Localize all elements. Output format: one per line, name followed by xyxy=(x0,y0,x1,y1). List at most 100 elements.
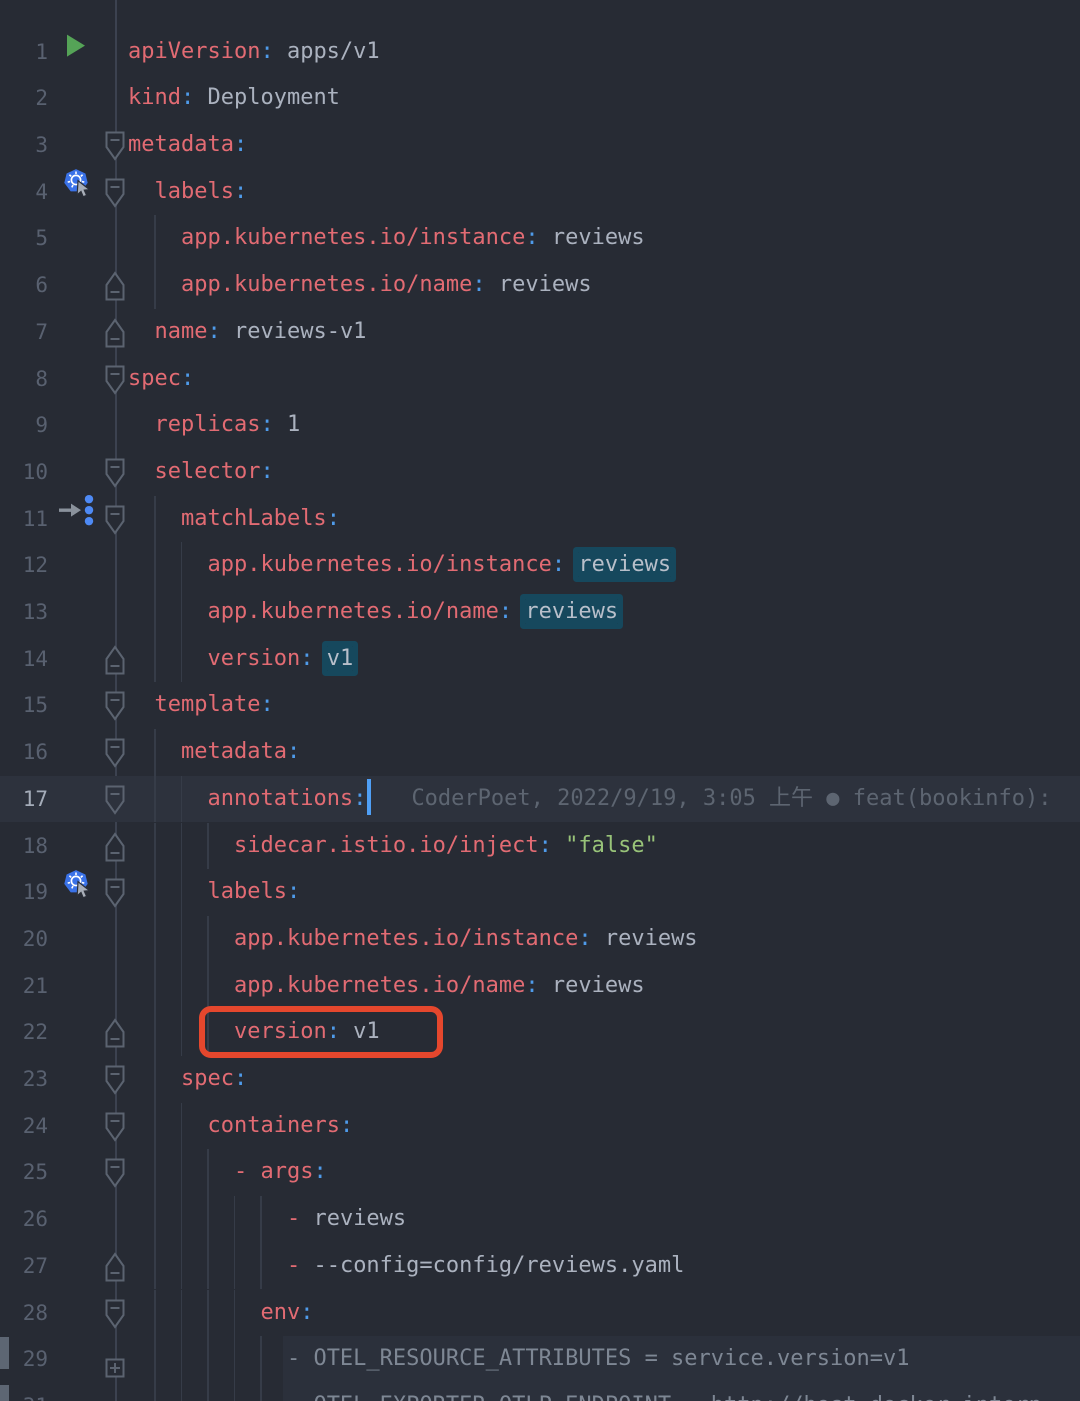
line-number[interactable]: 19 xyxy=(0,869,48,916)
token-val: --config=config/reviews.yaml xyxy=(313,1253,684,1278)
fold-start-icon[interactable] xyxy=(105,131,125,161)
code-line: 18 sidecar.istio.io/inject: "false" xyxy=(0,823,1080,870)
line-number[interactable]: 12 xyxy=(0,542,48,589)
fold-end-icon[interactable] xyxy=(105,1252,125,1282)
code-text[interactable]: - OTEL_RESOURCE_ATTRIBUTES = service.ver… xyxy=(128,1336,909,1383)
code-text[interactable]: replicas: 1 xyxy=(128,402,300,449)
line-number[interactable]: 18 xyxy=(0,823,48,870)
fold-start-icon[interactable] xyxy=(105,691,125,721)
line-number[interactable]: 24 xyxy=(0,1103,48,1150)
code-line: 15 template: xyxy=(0,682,1080,729)
line-number[interactable]: 26 xyxy=(0,1196,48,1243)
code-text[interactable]: labels: xyxy=(128,869,300,916)
token-sp xyxy=(128,926,234,951)
line-number[interactable]: 5 xyxy=(0,215,48,262)
code-text[interactable]: metadata: xyxy=(128,122,247,169)
fold-end-icon[interactable] xyxy=(105,645,125,675)
token-sp xyxy=(128,552,207,577)
token-dash: - xyxy=(287,1253,314,1278)
code-text[interactable]: - reviews xyxy=(128,1196,406,1243)
code-text[interactable]: app.kubernetes.io/instance: reviews xyxy=(128,916,698,963)
annotation-highlight-box xyxy=(199,1006,443,1058)
code-text[interactable]: sidecar.istio.io/inject: "false" xyxy=(128,823,658,870)
fold-start-icon[interactable] xyxy=(105,1299,125,1329)
code-text[interactable]: spec: xyxy=(128,1056,247,1103)
fold-start-icon[interactable] xyxy=(105,178,125,208)
line-number[interactable]: 23 xyxy=(0,1056,48,1103)
code-text[interactable]: annotations:CoderPoet, 2022/9/19, 3:05 上… xyxy=(128,776,1051,823)
line-number[interactable]: 2 xyxy=(0,75,48,122)
token-key: version xyxy=(207,646,300,671)
line-number[interactable]: 20 xyxy=(0,916,48,963)
token-dash: - xyxy=(287,1206,314,1231)
line-number[interactable]: 28 xyxy=(0,1290,48,1337)
kubernetes-apply-icon[interactable] xyxy=(62,869,92,899)
code-text[interactable]: env: xyxy=(128,1290,313,1337)
code-text[interactable]: app.kubernetes.io/instance: reviews xyxy=(128,215,645,262)
line-number[interactable]: 25 xyxy=(0,1149,48,1196)
fold-end-icon[interactable] xyxy=(105,318,125,348)
run-icon[interactable] xyxy=(65,34,87,58)
navigate-related-icon[interactable] xyxy=(56,491,98,529)
line-number[interactable]: 8 xyxy=(0,356,48,403)
code-text[interactable]: app.kubernetes.io/name: reviews xyxy=(128,963,645,1010)
fold-start-icon[interactable] xyxy=(105,785,125,815)
line-number[interactable]: 17 xyxy=(0,776,48,823)
line-number[interactable]: 13 xyxy=(0,589,48,636)
fold-start-icon[interactable] xyxy=(105,505,125,535)
fold-start-icon[interactable] xyxy=(105,738,125,768)
code-text[interactable]: app.kubernetes.io/instance: reviews xyxy=(128,542,671,589)
line-number[interactable]: 4 xyxy=(0,169,48,216)
code-line: 16 metadata: xyxy=(0,729,1080,776)
line-number[interactable]: 6 xyxy=(0,262,48,309)
fold-start-icon[interactable] xyxy=(105,1112,125,1142)
code-text[interactable]: labels: xyxy=(128,169,247,216)
fold-collapsed-icon[interactable] xyxy=(105,1358,125,1378)
fold-start-icon[interactable] xyxy=(105,1065,125,1095)
code-text[interactable]: matchLabels: xyxy=(128,496,340,543)
token-sp xyxy=(128,879,207,904)
code-text[interactable]: metadata: xyxy=(128,729,300,776)
line-number[interactable]: 16 xyxy=(0,729,48,776)
token-colon: : xyxy=(181,85,194,110)
line-number[interactable]: 14 xyxy=(0,636,48,683)
code-text[interactable]: - --config=config/reviews.yaml xyxy=(128,1243,684,1290)
line-number[interactable]: 15 xyxy=(0,682,48,729)
fold-end-icon[interactable] xyxy=(105,832,125,862)
token-colon: : xyxy=(260,39,273,64)
code-text[interactable]: - OTEL_EXPORTER_OTLP_ENDPOINT = http://h… xyxy=(128,1383,1042,1401)
code-text[interactable]: - args: xyxy=(128,1149,327,1196)
line-number[interactable]: 9 xyxy=(0,402,48,449)
token-colon: : xyxy=(578,926,591,951)
code-line: 13 app.kubernetes.io/name: reviews xyxy=(0,589,1080,636)
line-number[interactable]: 7 xyxy=(0,309,48,356)
line-number[interactable]: 11 xyxy=(0,496,48,543)
line-number[interactable]: 21 xyxy=(0,963,48,1010)
line-number[interactable]: 1 xyxy=(0,29,48,76)
search-highlighted-value: v1 xyxy=(327,646,354,671)
code-text[interactable]: name: reviews-v1 xyxy=(128,309,366,356)
code-text[interactable]: spec: xyxy=(128,356,194,403)
code-text[interactable]: selector: xyxy=(128,449,274,496)
fold-end-icon[interactable] xyxy=(105,1018,125,1048)
code-text[interactable]: kind: Deployment xyxy=(128,75,340,122)
token-sp xyxy=(313,646,326,671)
code-text[interactable]: app.kubernetes.io/name: reviews xyxy=(128,262,592,309)
code-text[interactable]: template: xyxy=(128,682,274,729)
fold-start-icon[interactable] xyxy=(105,458,125,488)
fold-start-icon[interactable] xyxy=(105,878,125,908)
fold-start-icon[interactable] xyxy=(105,1158,125,1188)
line-number[interactable]: 3 xyxy=(0,122,48,169)
token-colon: : xyxy=(340,1113,353,1138)
line-number[interactable]: 22 xyxy=(0,1009,48,1056)
code-text[interactable]: app.kubernetes.io/name: reviews xyxy=(128,589,618,636)
code-text[interactable]: containers: xyxy=(128,1103,353,1150)
kubernetes-apply-icon[interactable] xyxy=(62,168,92,198)
fold-end-icon[interactable] xyxy=(105,271,125,301)
fold-start-icon[interactable] xyxy=(105,365,125,395)
line-number[interactable]: 10 xyxy=(0,449,48,496)
git-blame-annotation: CoderPoet, 2022/9/19, 3:05 上午 ● feat(boo… xyxy=(411,786,1051,811)
line-number[interactable]: 27 xyxy=(0,1243,48,1290)
code-text[interactable]: version: v1 xyxy=(128,636,353,683)
code-text[interactable]: apiVersion: apps/v1 xyxy=(128,29,380,76)
